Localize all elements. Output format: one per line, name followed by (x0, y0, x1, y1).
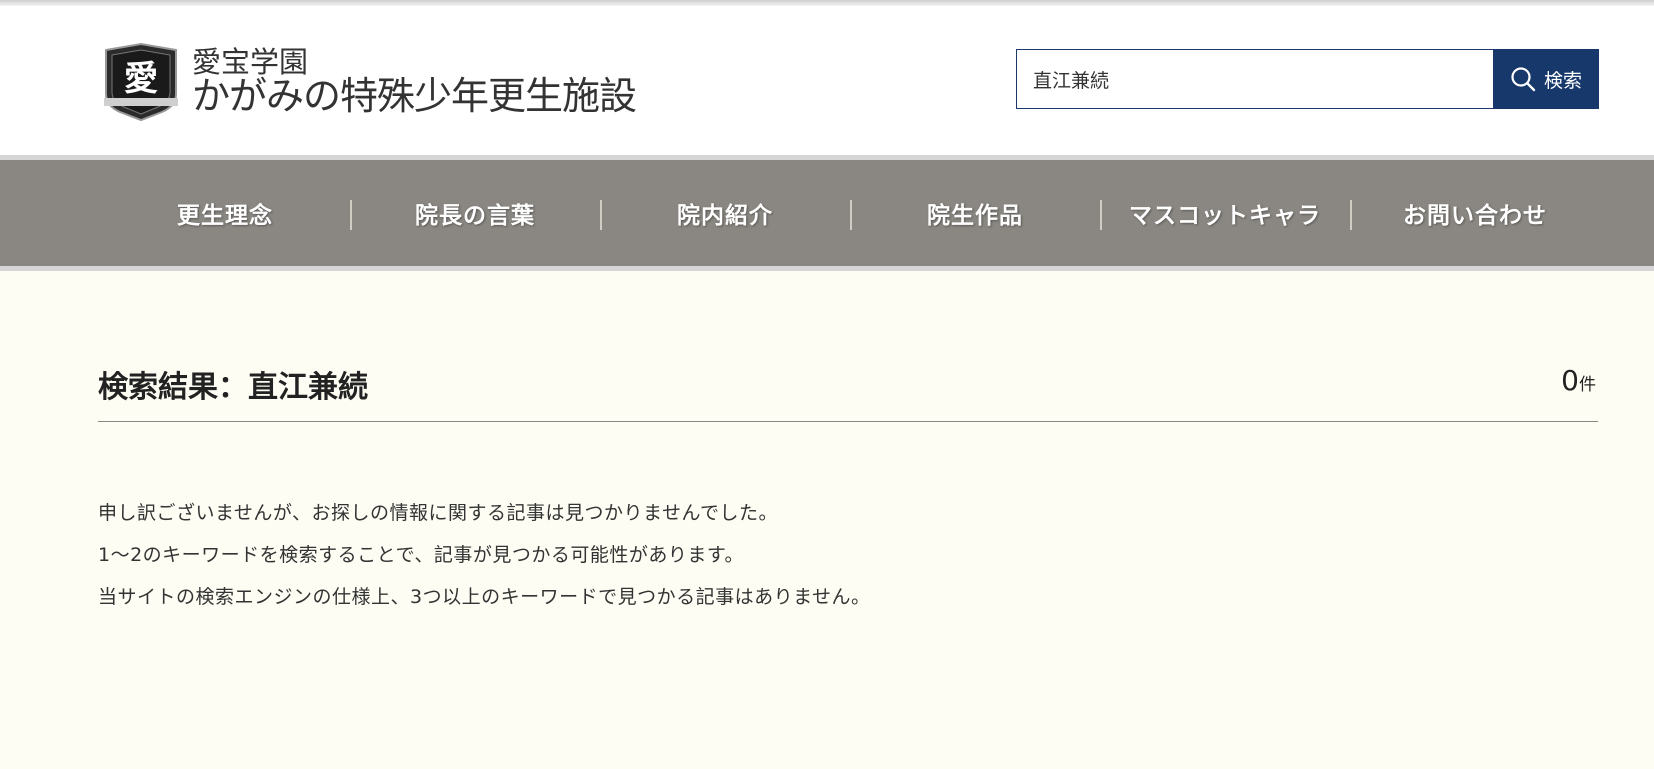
logo-title: かがみの特殊少年更生施設 (192, 74, 637, 119)
nav-list: 更生理念 院長の言葉 院内紹介 院生作品 マスコットキャラ お問い合わせ (100, 160, 1600, 266)
search-input[interactable] (1016, 49, 1493, 109)
result-count-number: 0 (1561, 364, 1579, 397)
site-logo[interactable]: 愛 愛宝学園 かがみの特殊少年更生施設 (100, 42, 637, 122)
emblem-char: 愛 (124, 59, 158, 99)
site-header: 愛 愛宝学園 かがみの特殊少年更生施設 検索 (0, 6, 1654, 156)
result-header: 検索結果：直江兼続 0件 (98, 362, 1598, 422)
nav-item: 更生理念 (100, 160, 350, 266)
logo-subtitle: 愛宝学園 (192, 44, 309, 79)
nav-link-contact[interactable]: お問い合わせ (1403, 196, 1547, 230)
page-title: 検索結果：直江兼続 (98, 370, 368, 405)
nav-link-philosophy[interactable]: 更生理念 (177, 196, 273, 230)
global-nav: 更生理念 院長の言葉 院内紹介 院生作品 マスコットキャラ お問い合わせ (0, 155, 1654, 271)
message-line: 申し訳ございませんが、お探しの情報に関する記事は見つかりませんでした。 (98, 502, 779, 524)
emblem-logo-icon: 愛 (104, 42, 178, 122)
nav-item: マスコットキャラ (1100, 160, 1350, 266)
nav-link-director-message[interactable]: 院長の言葉 (415, 196, 535, 230)
search-button[interactable]: 検索 (1493, 49, 1599, 109)
nav-item: お問い合わせ (1350, 160, 1600, 266)
message-line: 1〜2のキーワードを検索することで、記事が見つかる可能性があります。 (98, 544, 744, 566)
no-results-message: 申し訳ございませんが、お探しの情報に関する記事は見つかりませんでした。 1〜2の… (98, 492, 871, 618)
result-count-unit: 件 (1579, 375, 1596, 395)
logo-text: 愛宝学園 かがみの特殊少年更生施設 (192, 44, 637, 119)
nav-link-facility-intro[interactable]: 院内紹介 (677, 196, 773, 230)
search-icon (1511, 67, 1536, 92)
search-form: 検索 (1016, 49, 1599, 109)
nav-item: 院内紹介 (600, 160, 850, 266)
search-button-label: 検索 (1543, 69, 1582, 92)
result-count: 0件 (1561, 364, 1596, 397)
nav-item: 院長の言葉 (350, 160, 600, 266)
nav-item: 院生作品 (850, 160, 1100, 266)
message-line: 当サイトの検索エンジンの仕様上、3つ以上のキーワードで見つかる記事はありません。 (98, 586, 871, 608)
nav-link-student-works[interactable]: 院生作品 (927, 196, 1023, 230)
nav-link-mascot[interactable]: マスコットキャラ (1129, 196, 1321, 230)
